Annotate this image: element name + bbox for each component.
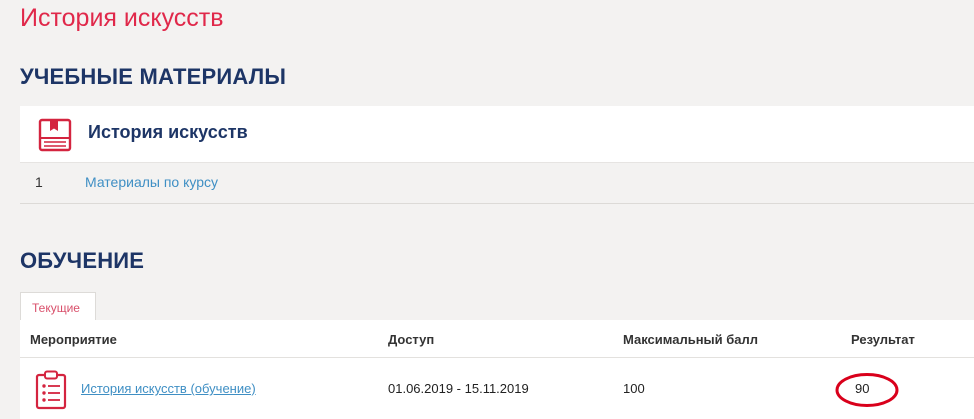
tab-current-label: Текущие (32, 301, 80, 315)
materials-heading: УЧЕБНЫЕ МАТЕРИАЛЫ (20, 64, 287, 89)
materials-card: История искусств (20, 106, 974, 163)
material-number: 1 (35, 174, 43, 190)
column-header-event: Мероприятие (30, 332, 117, 347)
result-annotation-circle (835, 373, 899, 407)
access-period: 01.06.2019 - 15.11.2019 (388, 381, 529, 396)
column-header-access: Доступ (388, 332, 435, 347)
list-item: 1 Материалы по курсу (20, 162, 974, 204)
learning-table: Мероприятие Доступ Максимальный балл Рез… (20, 320, 974, 419)
tab-current[interactable]: Текущие (20, 292, 96, 321)
material-link[interactable]: Материалы по курсу (85, 174, 218, 190)
book-icon (38, 118, 72, 152)
page-title: История искусств (20, 4, 224, 32)
event-link[interactable]: История искусств (обучение) (81, 381, 256, 396)
materials-card-title: История искусств (88, 122, 248, 142)
column-header-result: Результат (851, 332, 915, 347)
max-score: 100 (623, 381, 645, 396)
clipboard-checklist-icon (35, 370, 67, 410)
learning-heading: ОБУЧЕНИЕ (20, 248, 145, 273)
header-divider (20, 357, 974, 358)
column-header-max-score: Максимальный балл (623, 332, 759, 347)
